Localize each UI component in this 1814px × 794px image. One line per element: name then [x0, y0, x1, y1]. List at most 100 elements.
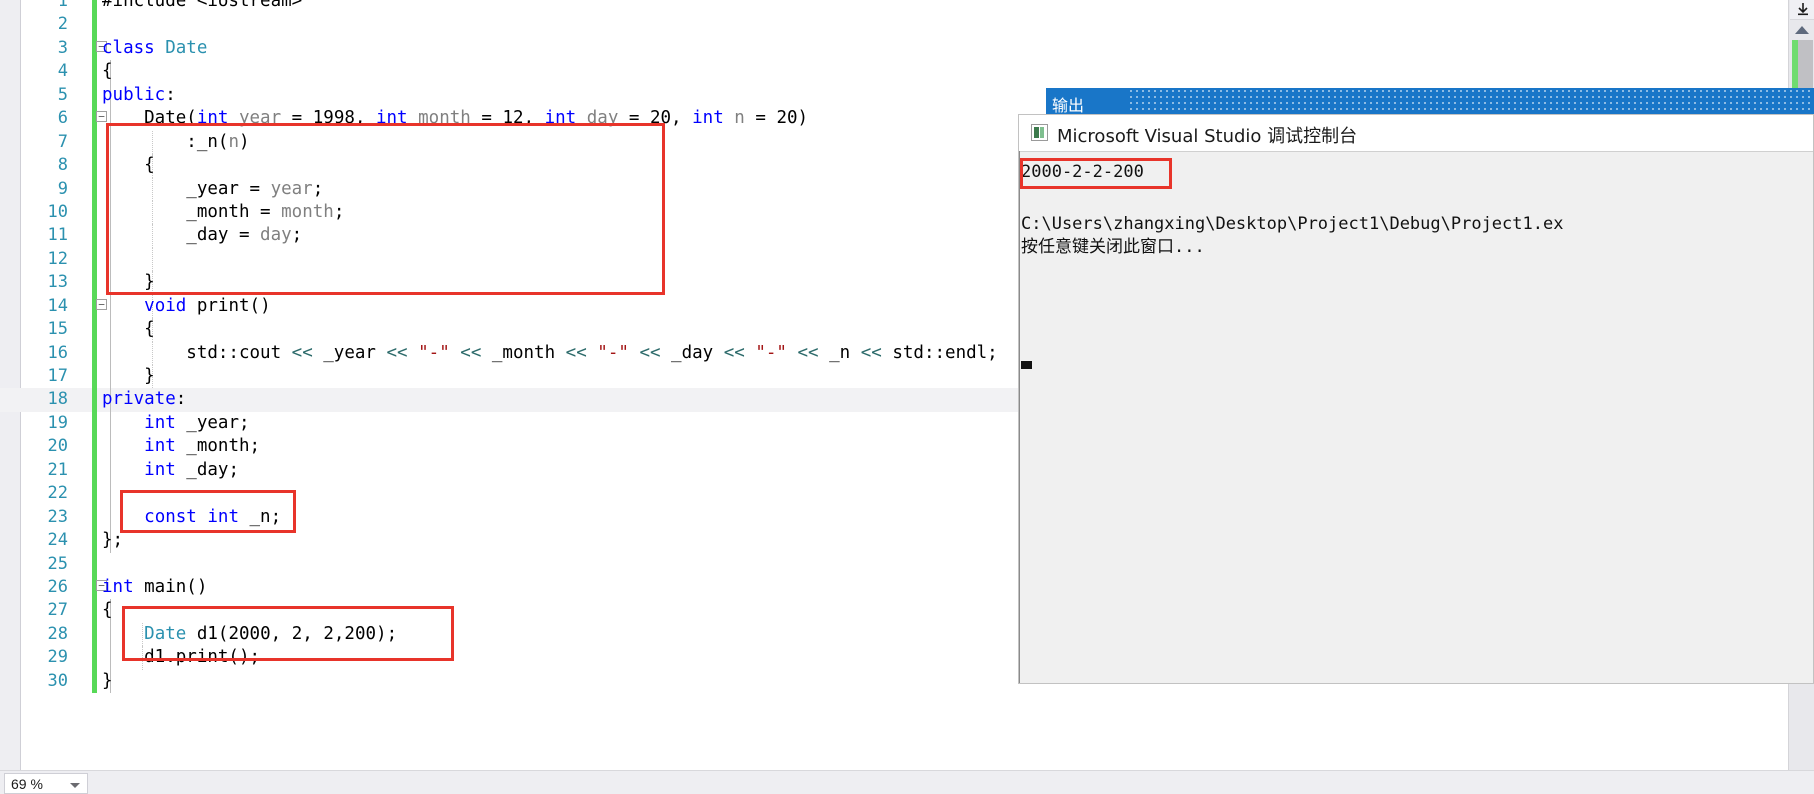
line-number: 11 — [47, 225, 68, 246]
code-line[interactable]: 3− class Date — [0, 36, 1814, 61]
indent-guide — [152, 247, 153, 272]
change-indicator-bar — [92, 365, 97, 389]
change-indicator-bar — [92, 388, 97, 412]
change-indicator-bar — [92, 529, 97, 553]
code-line-text: Date(int year = 1998, int month = 12, in… — [102, 108, 809, 129]
debug-console-window[interactable]: Microsoft Visual Studio 调试控制台 2000-2-2-2… — [1018, 114, 1814, 684]
arrow-down-icon — [1797, 2, 1808, 16]
code-line-text: const int _n; — [144, 506, 282, 527]
line-number: 19 — [47, 412, 68, 433]
code-line-text: } — [102, 670, 113, 691]
code-line-text: _month = month; — [102, 201, 345, 222]
code-line-text: int main() — [102, 576, 208, 597]
console-line: C:\Users\zhangxing\Desktop\Project1\Debu… — [1021, 214, 1564, 234]
code-line-text: { — [102, 155, 155, 176]
change-indicator-bar — [92, 482, 97, 506]
code-line-text: int _month; — [144, 436, 261, 457]
line-number: 14 — [47, 295, 68, 316]
code-line-text: _year = year; — [102, 178, 324, 199]
code-line-text: } — [102, 272, 155, 293]
code-line-text: } — [102, 366, 155, 386]
change-indicator-bar — [92, 435, 97, 459]
line-number: 6 — [57, 108, 68, 129]
code-line-text: }; — [102, 530, 124, 551]
change-indicator-bar — [92, 646, 97, 670]
line-number: 3 — [57, 37, 68, 58]
code-line[interactable]: 2 — [0, 13, 1814, 37]
line-number: 15 — [47, 319, 68, 340]
line-number: 2 — [57, 14, 68, 35]
line-number: 1 — [57, 0, 68, 11]
change-indicator-bar — [92, 224, 97, 248]
titlebar-drag-grip — [1128, 88, 1814, 115]
line-number: 24 — [47, 530, 68, 551]
change-indicator-bar — [92, 669, 97, 694]
line-number: 16 — [47, 342, 68, 363]
line-number: 20 — [47, 436, 68, 457]
line-number: 5 — [57, 84, 68, 105]
line-number: 23 — [47, 506, 68, 527]
chevron-down-icon[interactable] — [70, 783, 80, 788]
line-number: 8 — [57, 155, 68, 176]
code-line-text: std::cout << _year << "-" << _month << "… — [102, 342, 998, 363]
change-indicator-bar — [92, 247, 97, 272]
line-number: 27 — [47, 600, 68, 621]
change-indicator-bar — [92, 271, 97, 295]
line-number: 9 — [57, 178, 68, 199]
console-line: 按任意键关闭此窗口... — [1021, 237, 1205, 257]
line-number: 25 — [47, 553, 68, 574]
indent-guide — [110, 482, 111, 506]
console-line: 2000-2-2-200 — [1021, 162, 1144, 182]
code-line-text: { — [102, 61, 113, 82]
change-indicator-bar — [92, 599, 97, 623]
change-indicator-bar — [92, 411, 97, 436]
change-indicator-bar — [92, 341, 97, 365]
change-indicator-bar — [92, 154, 97, 178]
line-number: 29 — [47, 647, 68, 668]
console-app-icon — [1031, 124, 1048, 141]
output-tool-window-header[interactable]: 输出 — [1046, 88, 1814, 115]
code-line-text: private: — [102, 389, 187, 410]
code-line[interactable]: 4{ — [0, 60, 1814, 84]
console-divider — [1019, 151, 1813, 152]
change-indicator-bar — [92, 622, 97, 647]
code-line-text: d1.print(); — [102, 647, 261, 668]
indent-guide — [110, 247, 111, 272]
line-number: 18 — [47, 389, 68, 410]
change-indicator-bar — [92, 83, 97, 108]
chevron-up-icon — [1795, 26, 1809, 34]
change-indicator-bar — [92, 458, 97, 483]
change-indicator-bar — [92, 130, 97, 155]
code-line-text: { — [102, 600, 113, 621]
code-line-text: void print() — [144, 295, 271, 316]
scroll-to-bottom-button[interactable] — [1790, 0, 1814, 20]
code-line-text: { — [102, 319, 155, 340]
change-indicator-bar — [92, 13, 97, 37]
change-indicator-bar — [92, 0, 97, 14]
code-line[interactable]: 1 #include <iostream> — [0, 0, 1814, 14]
code-line-text: int _day; — [144, 459, 239, 480]
code-line-text: class Date — [102, 37, 208, 58]
editor-bottom-strip: 69 % — [0, 770, 1814, 794]
line-number: 4 — [57, 61, 68, 82]
change-indicator-bar — [92, 318, 97, 342]
line-number: 28 — [47, 623, 68, 644]
code-line-text: Date d1(2000, 2, 2,200); — [144, 623, 398, 644]
line-number: 10 — [47, 201, 68, 222]
line-number: 13 — [47, 272, 68, 293]
line-number: 30 — [47, 670, 68, 691]
change-indicator-bar — [92, 505, 97, 530]
code-line-text: int _year; — [144, 412, 250, 433]
console-left-edge — [1019, 151, 1020, 683]
zoom-level-value: 69 % — [11, 776, 43, 792]
console-cursor — [1021, 361, 1032, 369]
change-indicator-bar — [92, 177, 97, 201]
change-indicator-bar — [92, 60, 97, 84]
console-titlebar[interactable]: Microsoft Visual Studio 调试控制台 — [1019, 115, 1813, 151]
line-number: 22 — [47, 483, 68, 504]
zoom-level-combobox[interactable]: 69 % — [4, 773, 88, 794]
change-indicator-bar — [92, 552, 97, 576]
line-number: 21 — [47, 459, 68, 480]
change-indicator-bar — [92, 200, 97, 225]
line-number: 12 — [47, 248, 68, 269]
